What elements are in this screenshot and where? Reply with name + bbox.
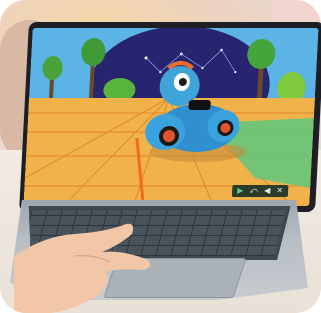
child-hand [14, 223, 150, 313]
laptop-screen [23, 28, 319, 206]
sound-icon[interactable]: ◀ [264, 186, 271, 196]
close-icon[interactable]: ✕ [276, 186, 283, 196]
photo: ▶ ⤺ ◀ ✕ [0, 0, 321, 313]
laptop-lid: ▶ ⤺ ◀ ✕ [19, 22, 321, 212]
game-scene [23, 28, 319, 206]
playback-controls: ▶ ⤺ ◀ ✕ [231, 185, 289, 197]
play-icon[interactable]: ▶ [237, 186, 244, 196]
step-icon[interactable]: ⤺ [249, 186, 258, 196]
